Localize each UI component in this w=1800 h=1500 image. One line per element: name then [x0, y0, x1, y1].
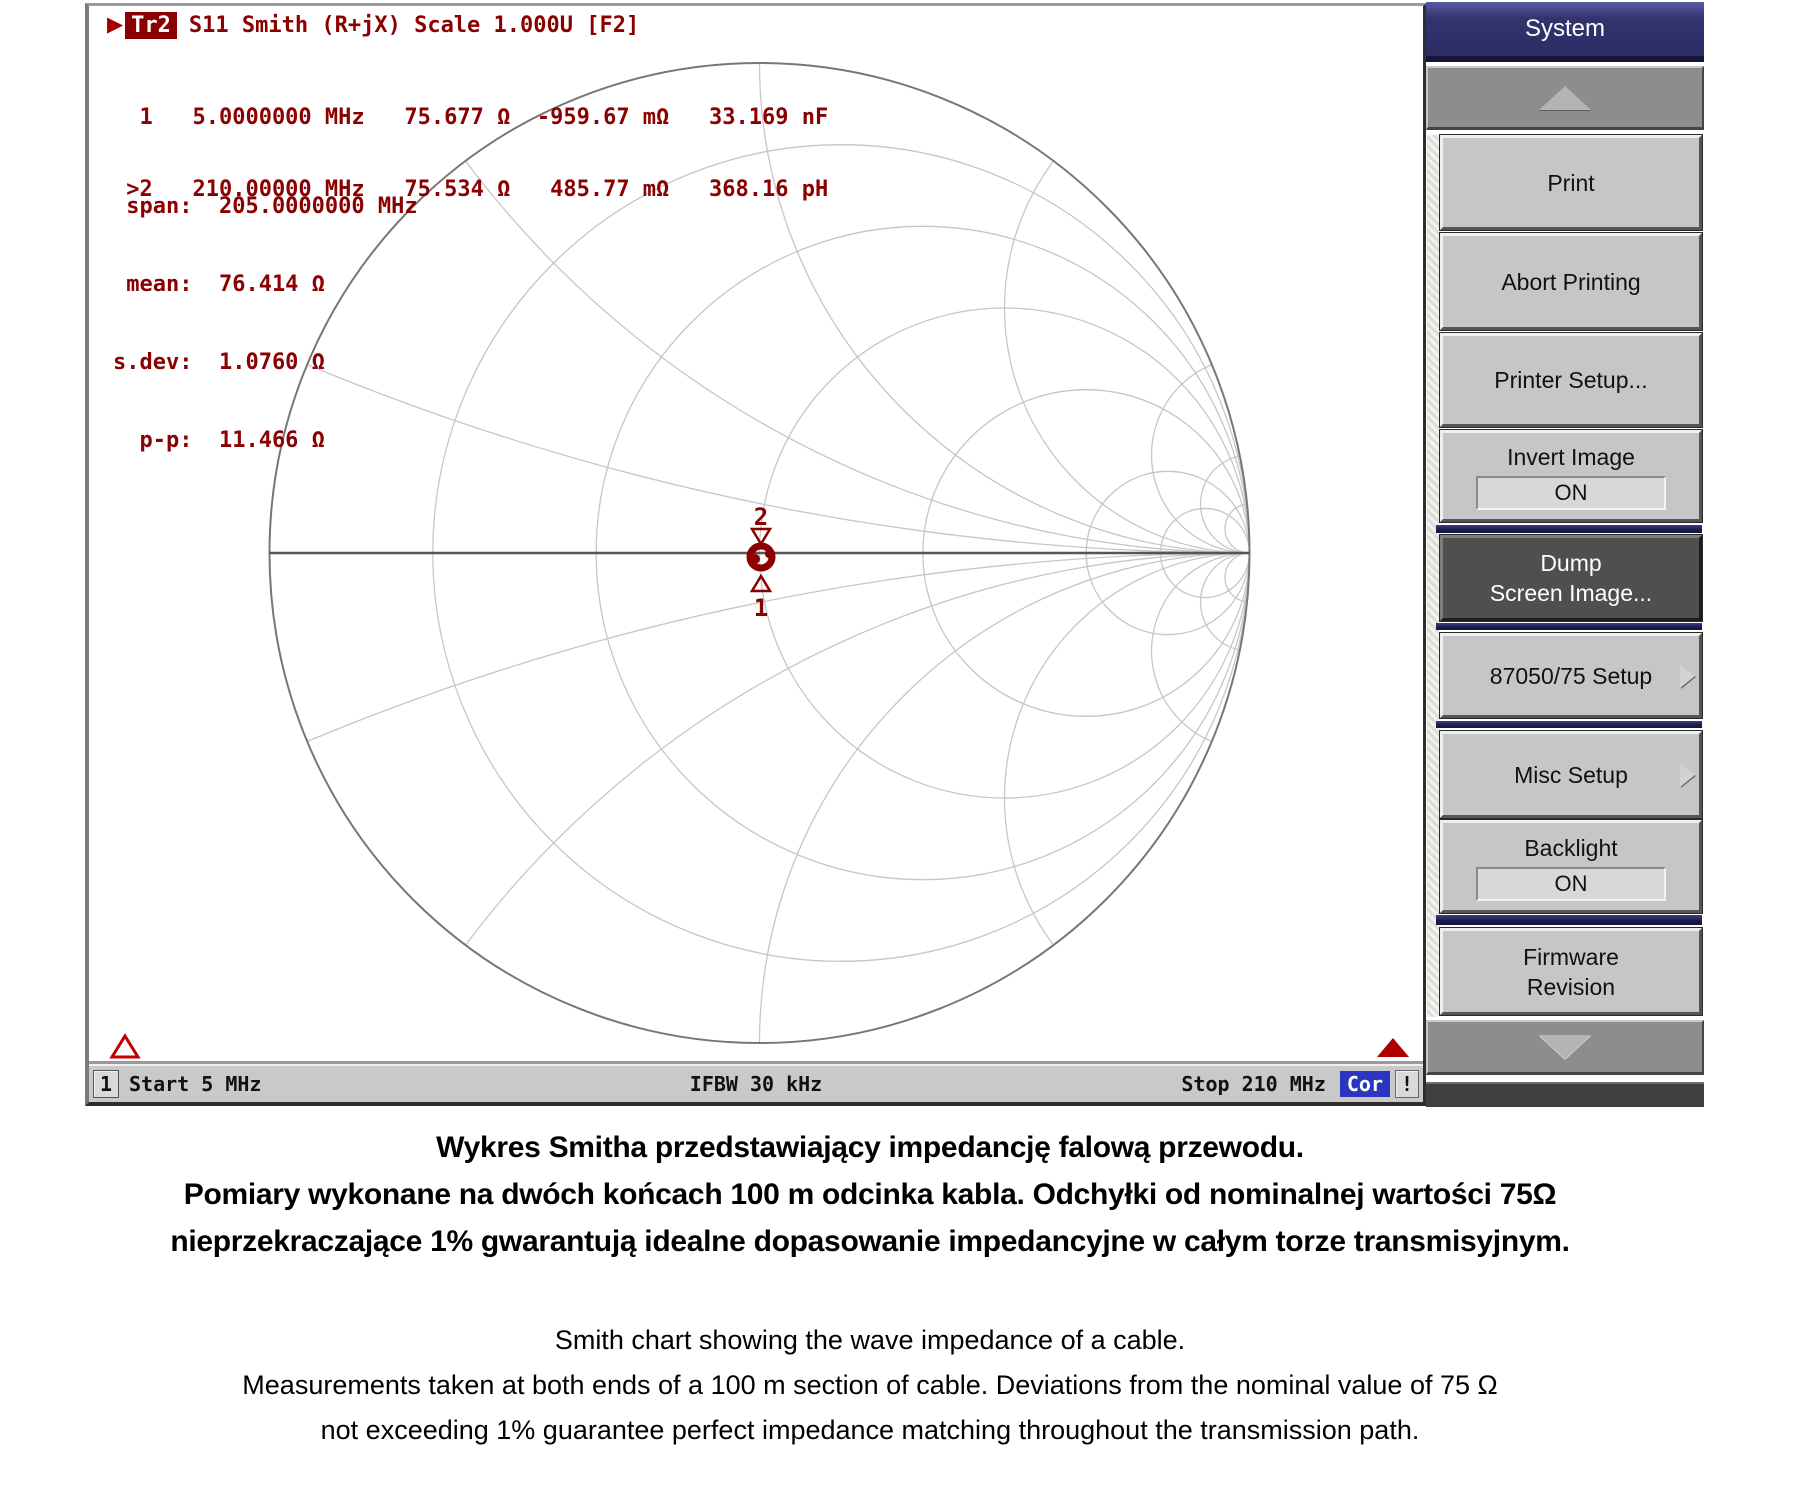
invert-image-toggle-button[interactable]: Invert Image ON	[1440, 430, 1702, 522]
caption-english: Smith chart showing the wave impedance o…	[0, 1318, 1740, 1453]
chevron-right-icon	[1680, 763, 1695, 787]
stat-sdev: s.dev: 1.0760 Ω	[113, 350, 418, 376]
button-label: Screen Image...	[1490, 578, 1652, 608]
caption-english-line: Measurements taken at both ends of a 100…	[0, 1363, 1740, 1408]
menu-scroll-track[interactable]	[1427, 135, 1439, 1017]
correction-badge: Cor	[1340, 1071, 1390, 1097]
print-button[interactable]: Print	[1440, 135, 1702, 230]
invert-image-state: ON	[1476, 476, 1666, 510]
caption-polish-line: Wykres Smitha przedstawiający impedancję…	[0, 1124, 1740, 1171]
menu-separator	[1436, 915, 1702, 925]
button-label: Firmware	[1523, 942, 1619, 972]
button-label: Abort Printing	[1501, 267, 1640, 297]
menu-separator	[1436, 721, 1702, 728]
menu-separator	[1436, 623, 1702, 630]
button-label: Revision	[1527, 972, 1615, 1002]
button-label: Printer Setup...	[1494, 365, 1647, 395]
dump-screen-image-button[interactable]: Dump Screen Image...	[1440, 535, 1702, 621]
trace-badge: Tr2	[125, 12, 177, 39]
active-trace-arrow-icon: ▶	[107, 12, 123, 36]
channel-indicator: 1	[93, 1070, 119, 1098]
marker-1-readout: 1 5.0000000 MHz 75.677 Ω -959.67 mΩ 33.1…	[113, 106, 828, 130]
caption-polish-line: nieprzekraczające 1% gwarantują idealne …	[0, 1218, 1740, 1265]
menu-bottom-bar	[1426, 1082, 1704, 1107]
trace-format-label: S11 Smith (R+jX) Scale 1.000U [F2]	[189, 13, 639, 38]
stat-span: span: 205.0000000 MHz	[113, 194, 418, 220]
trace-title: ▶Tr2 S11 Smith (R+jX) Scale 1.000U [F2]	[107, 12, 639, 38]
button-label: Print	[1547, 168, 1594, 198]
stat-pp: p-p: 11.466 Ω	[113, 428, 418, 454]
misc-setup-button[interactable]: Misc Setup	[1440, 731, 1702, 818]
backlight-state: ON	[1476, 867, 1666, 901]
backlight-toggle-button[interactable]: Backlight ON	[1440, 820, 1702, 913]
stop-frequency-label: Stop 210 MHz	[1181, 1072, 1326, 1096]
triangle-up-icon	[1539, 86, 1591, 110]
triangle-down-icon	[1539, 1035, 1591, 1059]
printer-setup-button[interactable]: Printer Setup...	[1440, 333, 1702, 427]
button-label: Invert Image	[1507, 442, 1635, 472]
caption-polish-line: Pomiary wykonane na dwóch końcach 100 m …	[0, 1171, 1740, 1218]
button-label: Backlight	[1524, 833, 1617, 863]
menu-scroll-down-button[interactable]	[1426, 1020, 1704, 1075]
caption-english-line: not exceeding 1% guarantee perfect imped…	[0, 1408, 1740, 1453]
caption-polish: Wykres Smitha przedstawiający impedancję…	[0, 1124, 1740, 1265]
button-label: Dump	[1540, 548, 1601, 578]
trace-statistics: span: 205.0000000 MHz mean: 76.414 Ω s.d…	[113, 142, 418, 506]
vna-screen: 2 1 ▶Tr2 S11 Smith (R+jX) Scale 1.000U [F2…	[85, 3, 1427, 1106]
button-label: Misc Setup	[1514, 760, 1628, 790]
menu-scroll-up-button[interactable]	[1426, 66, 1704, 130]
chevron-right-icon	[1680, 664, 1695, 688]
setup-87050-75-button[interactable]: 87050/75 Setup	[1440, 633, 1702, 718]
warning-indicator: !	[1395, 1070, 1419, 1098]
svg-text:1: 1	[754, 594, 768, 622]
firmware-revision-button[interactable]: Firmware Revision	[1440, 928, 1702, 1015]
menu-separator	[1436, 525, 1702, 533]
menu-header: System	[1426, 2, 1704, 62]
start-frequency-label: Start 5 MHz	[129, 1072, 261, 1096]
ifbw-label: IFBW 30 kHz	[690, 1072, 822, 1096]
button-label: 87050/75 Setup	[1490, 661, 1652, 691]
abort-printing-button[interactable]: Abort Printing	[1440, 233, 1702, 330]
caption-english-line: Smith chart showing the wave impedance o…	[0, 1318, 1740, 1363]
page: 2 1 ▶Tr2 S11 Smith (R+jX) Scale 1.000U [F2…	[0, 0, 1800, 1500]
status-bar: 1 Start 5 MHz IFBW 30 kHz Stop 210 MHz C…	[89, 1064, 1423, 1102]
svg-text:2: 2	[754, 503, 768, 531]
softkey-menu: System Print Abort Printing Printer Setu…	[1426, 2, 1704, 1107]
stat-mean: mean: 76.414 Ω	[113, 272, 418, 298]
